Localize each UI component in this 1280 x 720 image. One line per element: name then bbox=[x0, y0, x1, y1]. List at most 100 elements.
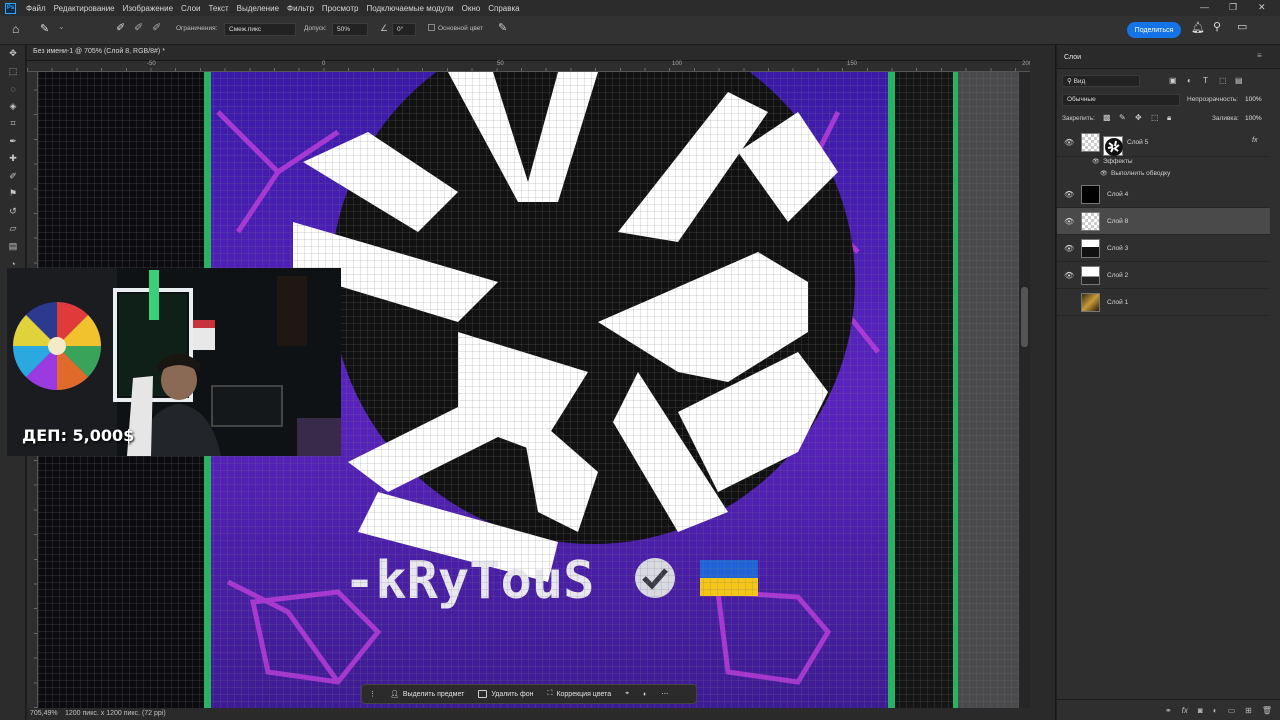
add-style-fx-icon[interactable]: fx bbox=[1182, 706, 1188, 715]
stroke-effect-row[interactable]: 👁︎ Выполнить обводку bbox=[1057, 169, 1280, 181]
status-arrow-icon[interactable] bbox=[177, 713, 186, 717]
object-select-tool-icon[interactable]: ◈ bbox=[0, 98, 26, 116]
layer-name[interactable]: Слой 4 bbox=[1107, 191, 1128, 198]
history-brush-icon[interactable]: ↺ bbox=[0, 203, 26, 221]
filter-type-icon[interactable]: T bbox=[1203, 76, 1208, 85]
photoshop-logo-icon[interactable]: Ps bbox=[5, 2, 16, 14]
crop-tool-icon[interactable]: ⌗ bbox=[0, 115, 26, 133]
layers-tab[interactable]: Слои ≡ bbox=[1057, 45, 1280, 69]
marquee-tool-icon[interactable]: ⬚ bbox=[0, 63, 26, 81]
brush-mode-icon[interactable]: ✐ bbox=[116, 21, 125, 34]
move-tool-icon[interactable]: ✥ bbox=[0, 45, 26, 63]
tolerance-input[interactable]: 50% bbox=[332, 23, 368, 36]
visibility-eye-icon[interactable]: 👁︎ bbox=[1064, 138, 1074, 147]
layer-effects-fx-icon[interactable]: fx bbox=[1252, 137, 1257, 144]
adjustment-layer-icon[interactable]: ◐ bbox=[1213, 706, 1218, 715]
tool-preset-chevron-icon[interactable]: ⌄ bbox=[58, 22, 65, 31]
menu-image[interactable]: Изображение bbox=[119, 4, 177, 13]
layer-row[interactable]: 👁︎ Слой 4 bbox=[1057, 181, 1270, 208]
menu-file[interactable]: Файл bbox=[22, 4, 50, 13]
stamp-tool-icon[interactable]: ⚑ bbox=[0, 185, 26, 203]
color-correction-button[interactable]: ⛶ Коррекция цвета bbox=[541, 690, 619, 698]
brush-mode-sub-icon[interactable]: ✐ bbox=[152, 21, 161, 34]
home-icon[interactable]: ⌂ bbox=[12, 22, 19, 36]
layer-row[interactable]: 👁︎ Слой 2 bbox=[1057, 262, 1270, 289]
layer-name[interactable]: Слой 8 bbox=[1107, 218, 1128, 225]
vertical-scrollbar[interactable] bbox=[1019, 72, 1030, 708]
transform-icon[interactable]: ⌖ bbox=[618, 690, 636, 698]
ruler-horizontal[interactable]: -50 0 50 100 150 200 bbox=[27, 61, 1032, 72]
menu-edit[interactable]: Редактирование bbox=[50, 4, 119, 13]
healing-tool-icon[interactable]: ✚ bbox=[0, 150, 26, 168]
select-subject-button[interactable]: 👤︎ Выделить предмет bbox=[383, 690, 471, 699]
task-bar-grip-icon[interactable]: ⋮ bbox=[362, 690, 383, 698]
layer-mask-thumbnail[interactable] bbox=[1103, 136, 1123, 156]
limit-select[interactable]: Смеж.пикс bbox=[224, 23, 296, 36]
menu-type[interactable]: Текст bbox=[204, 4, 232, 13]
layer-row[interactable]: Слой 1 bbox=[1057, 289, 1270, 316]
menu-select[interactable]: Выделение bbox=[233, 4, 283, 13]
fill-value[interactable]: 100% bbox=[1245, 115, 1262, 122]
notifications-icon[interactable]: 🔔︎ bbox=[1191, 21, 1205, 34]
link-layers-icon[interactable]: ⚭ bbox=[1165, 706, 1172, 715]
visibility-eye-icon[interactable]: 👁︎ bbox=[1064, 244, 1074, 253]
menu-window[interactable]: Окно bbox=[458, 4, 485, 13]
panel-menu-icon[interactable]: ≡ bbox=[1257, 51, 1262, 60]
blend-mode-select[interactable]: Обычные bbox=[1062, 94, 1180, 106]
add-mask-icon[interactable]: ◙ bbox=[1198, 706, 1203, 715]
document-tab[interactable]: Без имени-1 @ 705% (Слой 8, RGB/8#) * bbox=[27, 45, 1030, 61]
sample-checkbox[interactable] bbox=[428, 24, 435, 31]
lock-position-icon[interactable]: ✥ bbox=[1135, 113, 1142, 122]
search-icon[interactable]: ⚲ bbox=[1213, 20, 1221, 33]
minimize-icon[interactable]: — bbox=[1200, 2, 1209, 12]
layer-name[interactable]: Слой 1 bbox=[1107, 299, 1128, 306]
workspace-icon[interactable]: ▭ bbox=[1237, 20, 1247, 33]
brush-tool-icon[interactable]: ✐ bbox=[0, 168, 26, 186]
effects-row[interactable]: 👁︎ Эффекты bbox=[1057, 157, 1280, 169]
filter-shape-icon[interactable]: ⬚ bbox=[1219, 76, 1227, 85]
lock-pixels-icon[interactable]: ✎ bbox=[1119, 113, 1126, 122]
share-button[interactable]: Поделиться bbox=[1127, 22, 1181, 38]
close-icon[interactable]: ✕ bbox=[1258, 2, 1266, 13]
angle-input[interactable]: 0° bbox=[392, 23, 416, 36]
adjustment-icon[interactable]: ◐ bbox=[636, 691, 654, 698]
lock-all-icon[interactable]: 🔒︎ bbox=[1167, 113, 1171, 123]
delete-layer-icon[interactable]: 🗑︎ bbox=[1262, 706, 1272, 715]
menu-view[interactable]: Просмотр bbox=[318, 4, 363, 13]
menu-plugins[interactable]: Подключаемые модули bbox=[362, 4, 457, 13]
filter-smart-icon[interactable]: ▤ bbox=[1235, 76, 1243, 85]
menu-filter[interactable]: Фильтр bbox=[283, 4, 318, 13]
layer-name[interactable]: Слой 2 bbox=[1107, 272, 1128, 279]
restore-icon[interactable]: ❐ bbox=[1229, 2, 1237, 13]
layer-filter-select[interactable]: ⚲ Вид bbox=[1062, 75, 1140, 87]
magic-eraser-tool-icon[interactable]: ✎ bbox=[40, 22, 49, 35]
visibility-eye-icon[interactable]: 👁︎ bbox=[1064, 271, 1074, 280]
visibility-eye-icon[interactable]: 👁︎ bbox=[1064, 190, 1074, 199]
visibility-eye-icon[interactable]: 👁︎ bbox=[1064, 217, 1074, 226]
menu-layers[interactable]: Слои bbox=[177, 4, 204, 13]
stroke-eye-icon[interactable]: 👁︎ bbox=[1100, 170, 1108, 177]
new-layer-icon[interactable]: ⊞ bbox=[1245, 706, 1252, 715]
layer-row[interactable]: 👁︎ Слой 5 fx bbox=[1057, 129, 1270, 157]
layer-name[interactable]: Слой 5 bbox=[1127, 139, 1148, 146]
filter-adjust-icon[interactable]: ◐ bbox=[1187, 76, 1192, 85]
lock-artboard-icon[interactable]: ⬚ bbox=[1151, 113, 1159, 122]
layer-name[interactable]: Слой 3 bbox=[1107, 245, 1128, 252]
eraser-tool-icon[interactable]: ▱ bbox=[0, 220, 26, 238]
layer-row[interactable]: 👁︎ Слой 3 bbox=[1057, 235, 1270, 262]
gradient-tool-icon[interactable]: ▤ bbox=[0, 238, 26, 256]
layer-row-selected[interactable]: 👁︎ Слой 8 bbox=[1057, 208, 1270, 235]
brush-mode-add-icon[interactable]: ✐ bbox=[134, 21, 143, 34]
opacity-value[interactable]: 100% bbox=[1245, 96, 1262, 103]
zoom-level[interactable]: 705,49% bbox=[30, 710, 58, 717]
more-options-icon[interactable]: ⋯ bbox=[654, 690, 675, 698]
lasso-tool-icon[interactable]: ◌ bbox=[0, 80, 26, 98]
new-group-icon[interactable]: ▭ bbox=[1228, 706, 1236, 715]
scrollbar-thumb[interactable] bbox=[1021, 287, 1028, 347]
menu-help[interactable]: Справка bbox=[484, 4, 523, 13]
pen-pressure-icon[interactable]: ✎ bbox=[498, 21, 507, 34]
filter-pixel-icon[interactable]: ▣ bbox=[1169, 76, 1177, 85]
effect-eye-icon[interactable]: 👁︎ bbox=[1092, 158, 1100, 165]
lock-transparent-icon[interactable]: ▩ bbox=[1103, 113, 1111, 122]
remove-background-button[interactable]: Удалить фон bbox=[471, 690, 540, 698]
